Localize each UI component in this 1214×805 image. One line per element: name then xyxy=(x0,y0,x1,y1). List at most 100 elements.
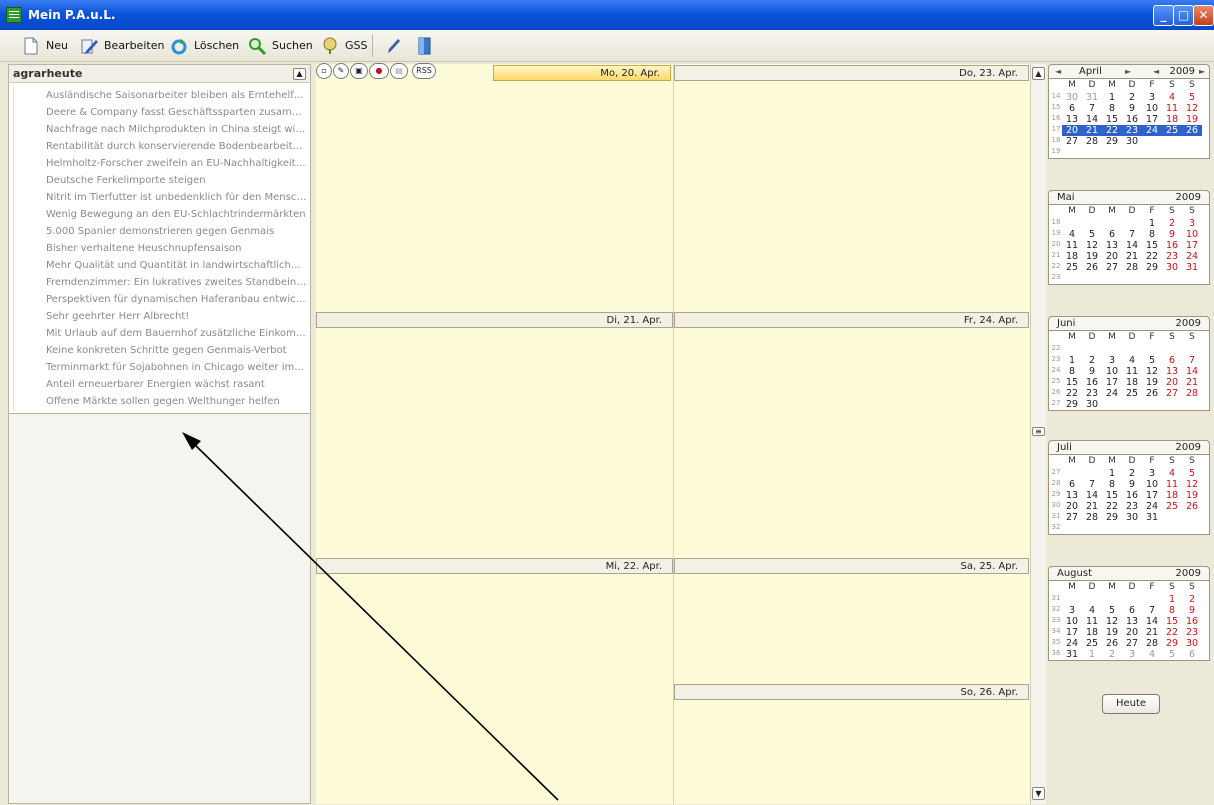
news-item[interactable]: Helmholtz-Forscher zweifeln an EU-Nachha… xyxy=(14,155,307,172)
collapse-feed-button[interactable]: ▲ xyxy=(293,68,306,80)
calendar-day[interactable]: 4 xyxy=(1162,468,1182,479)
calendar-day[interactable]: 10 xyxy=(1142,103,1162,114)
day-header-mon[interactable]: Mo, 20. Apr. xyxy=(493,65,671,81)
calendar-day[interactable]: 19 xyxy=(1142,377,1162,388)
calendar-day[interactable]: 18 xyxy=(1122,377,1142,388)
calendar-day[interactable]: 10 xyxy=(1182,229,1202,240)
calendar-day[interactable]: 29 xyxy=(1102,512,1122,523)
calendar-day[interactable]: 5 xyxy=(1142,355,1162,366)
calendar-day[interactable]: 10 xyxy=(1102,366,1122,377)
calendar-day[interactable]: 19 xyxy=(1082,251,1102,262)
calendar-day[interactable]: 2 xyxy=(1102,649,1122,660)
calendar-day[interactable]: 23 xyxy=(1162,251,1182,262)
minimize-button[interactable]: _ xyxy=(1153,5,1174,26)
next-month-icon[interactable]: ► xyxy=(1125,65,1131,78)
calendar-day[interactable]: 29 xyxy=(1062,399,1082,410)
calendar-day[interactable]: 6 xyxy=(1102,229,1122,240)
week-scrollbar[interactable]: ▲ ≡ ▼ xyxy=(1030,64,1046,804)
calendar-day[interactable]: 2 xyxy=(1182,594,1202,605)
calendar-day[interactable]: 17 xyxy=(1142,490,1162,501)
news-item[interactable]: Perspektiven für dynamischen Haferanbau … xyxy=(14,291,307,308)
news-item[interactable]: Nachfrage nach Milchprodukten in China s… xyxy=(14,121,307,138)
calendar-day[interactable]: 29 xyxy=(1162,638,1182,649)
calendar-day[interactable]: 7 xyxy=(1182,355,1202,366)
calendar-day[interactable]: 1 xyxy=(1102,92,1122,103)
calendar-day[interactable]: 16 xyxy=(1162,240,1182,251)
calendar-day[interactable]: 11 xyxy=(1162,479,1182,490)
news-item[interactable]: Terminmarkt für Sojabohnen in Chicago we… xyxy=(14,359,307,376)
news-item[interactable]: Mit Urlaub auf dem Bauernhof zusätzliche… xyxy=(14,325,307,342)
calendar-day[interactable]: 6 xyxy=(1062,479,1082,490)
news-item[interactable]: Bisher verhaltene Heuschnupfensaison xyxy=(14,240,307,257)
calendar-day[interactable]: 27 xyxy=(1062,512,1082,523)
calendar-day[interactable]: 20 xyxy=(1162,377,1182,388)
calendar-day[interactable]: 2 xyxy=(1122,92,1142,103)
calendar-day[interactable]: 10 xyxy=(1142,479,1162,490)
new-entry-icon[interactable]: ▫ xyxy=(316,63,332,79)
calendar-day[interactable]: 2 xyxy=(1122,468,1142,479)
calendar-day[interactable]: 5 xyxy=(1182,92,1202,103)
delete-button[interactable]: Löschen xyxy=(170,35,239,57)
calendar-day[interactable]: 19 xyxy=(1182,114,1202,125)
calendar-day[interactable]: 28 xyxy=(1142,638,1162,649)
calendar-day[interactable]: 4 xyxy=(1122,355,1142,366)
calendar-day[interactable]: 4 xyxy=(1162,92,1182,103)
calendar-day[interactable]: 1 xyxy=(1062,355,1082,366)
new-button[interactable]: Neu xyxy=(22,35,68,57)
calendar-day[interactable]: 13 xyxy=(1102,240,1122,251)
calendar-day[interactable]: 31 xyxy=(1062,649,1082,660)
calendar-day[interactable]: 18 xyxy=(1082,627,1102,638)
calendar-day[interactable]: 15 xyxy=(1142,240,1162,251)
calendar-day[interactable]: 17 xyxy=(1182,240,1202,251)
calendar-day[interactable]: 17 xyxy=(1102,377,1122,388)
calendar-day[interactable]: 14 xyxy=(1082,114,1102,125)
gss-button[interactable]: GSS xyxy=(321,35,368,57)
news-item[interactable]: Offene Märkte sollen gegen Welthunger he… xyxy=(14,393,307,410)
maximize-button[interactable]: □ xyxy=(1173,5,1194,26)
calendar-day[interactable]: 26 xyxy=(1102,638,1122,649)
calendar-day[interactable]: 20 xyxy=(1122,627,1142,638)
calendar-day[interactable]: 15 xyxy=(1062,377,1082,388)
calendar-day[interactable]: 15 xyxy=(1162,616,1182,627)
calendar-day[interactable]: 18 xyxy=(1162,114,1182,125)
news-item[interactable]: Rentabilität durch konservierende Bodenb… xyxy=(14,138,307,155)
calendar-day[interactable]: 8 xyxy=(1102,103,1122,114)
calendar-day[interactable]: 26 xyxy=(1142,388,1162,399)
calendar-day[interactable]: 8 xyxy=(1102,479,1122,490)
calendar-day[interactable]: 11 xyxy=(1062,240,1082,251)
exit-button[interactable] xyxy=(416,35,436,57)
calendar-day[interactable]: 17 xyxy=(1062,627,1082,638)
news-item[interactable]: Sehr geehrter Herr Albrecht! xyxy=(14,308,307,325)
scroll-thumb[interactable]: ≡ xyxy=(1032,427,1045,436)
calendar-day[interactable]: 30 xyxy=(1062,92,1082,103)
calendar-day[interactable]: 12 xyxy=(1082,240,1102,251)
calendar-day[interactable]: 9 xyxy=(1122,103,1142,114)
calendar-day[interactable]: 24 xyxy=(1142,501,1162,512)
calendar-day[interactable]: 23 xyxy=(1122,501,1142,512)
calendar-day[interactable]: 31 xyxy=(1142,512,1162,523)
calendar-day[interactable]: 3 xyxy=(1102,355,1122,366)
news-item[interactable]: Keine konkreten Schritte gegen Genmais-V… xyxy=(14,342,307,359)
calendar-day[interactable]: 7 xyxy=(1082,479,1102,490)
save-entry-icon[interactable]: ▣ xyxy=(350,63,368,79)
calendar-day[interactable]: 13 xyxy=(1122,616,1142,627)
prev-year-icon[interactable]: ◄ xyxy=(1153,65,1159,78)
calendar-day[interactable]: 11 xyxy=(1122,366,1142,377)
calendar-day[interactable]: 7 xyxy=(1122,229,1142,240)
calendar-day[interactable]: 16 xyxy=(1122,114,1142,125)
calendar-day[interactable]: 2 xyxy=(1162,218,1182,229)
news-item[interactable]: Mehr Qualität und Quantität in landwirts… xyxy=(14,257,307,274)
calendar-day[interactable]: 16 xyxy=(1182,616,1202,627)
calendar-day[interactable]: 28 xyxy=(1082,136,1102,147)
calendar-day[interactable]: 22 xyxy=(1102,501,1122,512)
calendar-day[interactable]: 30 xyxy=(1082,399,1102,410)
day-header-thu[interactable]: Do, 23. Apr. xyxy=(674,65,1029,81)
calendar-day[interactable]: 23 xyxy=(1182,627,1202,638)
calendar-day[interactable]: 28 xyxy=(1182,388,1202,399)
scroll-down-button[interactable]: ▼ xyxy=(1032,787,1045,800)
news-item[interactable]: Deere & Company fasst Geschäftssparten z… xyxy=(14,104,307,121)
calendar-day[interactable]: 24 xyxy=(1102,388,1122,399)
calendar-day[interactable]: 22 xyxy=(1162,627,1182,638)
calendar-day[interactable]: 1 xyxy=(1162,594,1182,605)
calendar-day[interactable]: 9 xyxy=(1082,366,1102,377)
